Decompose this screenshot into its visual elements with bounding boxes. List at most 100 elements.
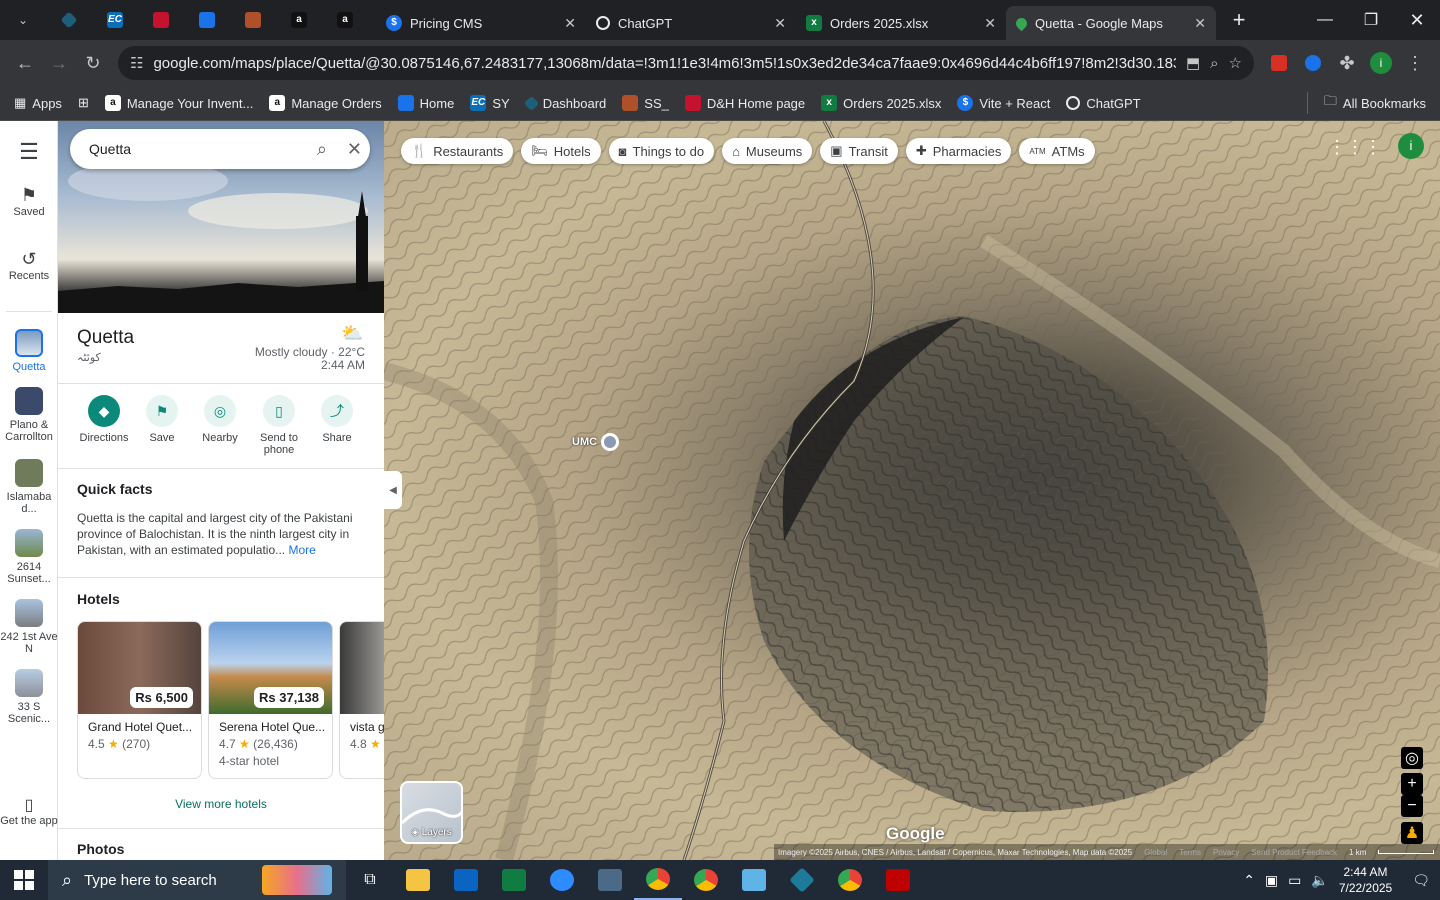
close-icon[interactable]: ✕ <box>1194 15 1206 32</box>
view-more-hotels-link[interactable]: View more hotels <box>58 797 384 811</box>
restore-button[interactable]: ❐ <box>1348 0 1394 40</box>
new-tab-button[interactable]: + <box>1216 0 1262 40</box>
pinned-tab[interactable]: a <box>276 0 322 40</box>
task-view-button[interactable]: ⧉ <box>346 860 394 900</box>
zoom-icon[interactable]: ⌕ <box>1210 55 1218 72</box>
taskbar-outlook[interactable] <box>442 860 490 900</box>
rail-place-quetta[interactable]: Quetta <box>0 329 58 373</box>
taskbar-app[interactable] <box>730 860 778 900</box>
search-input[interactable]: Quetta <box>89 141 317 157</box>
hotel-card[interactable]: vista g 4.8 ★ <box>339 621 384 779</box>
menu-button[interactable]: ☰ <box>0 139 58 165</box>
footer-link[interactable]: Privacy <box>1213 848 1239 857</box>
chevron-up-icon[interactable]: ⌃ <box>1243 872 1255 889</box>
nearby-button[interactable]: ◎ Nearby <box>190 395 250 444</box>
search-icon[interactable]: ⌕ <box>317 139 327 160</box>
pinned-tab[interactable] <box>138 0 184 40</box>
directions-button[interactable]: ◆ Directions <box>74 395 134 444</box>
share-button[interactable]: ⤴ Share <box>307 395 367 444</box>
zoom-in-button[interactable]: + <box>1401 773 1423 795</box>
chip-hotels[interactable]: 🛏 Hotels <box>521 138 601 164</box>
bookmark-item[interactable]: Home <box>397 95 454 111</box>
street-view-pegman[interactable]: ♟ <box>1401 822 1423 844</box>
site-info-icon[interactable]: ☷ <box>130 54 143 72</box>
tab-orders-xlsx[interactable]: x Orders 2025.xlsx ✕ <box>796 6 1006 40</box>
profile-button[interactable]: i <box>1364 46 1398 80</box>
apps-grid-icon[interactable]: ⋮⋮⋮ <box>1328 137 1382 158</box>
avatar[interactable]: i <box>1398 133 1424 159</box>
rail-place[interactable]: Islamaba d... <box>0 459 58 515</box>
taskbar-search[interactable]: ⌕ Type here to search <box>48 860 346 900</box>
pinned-tab[interactable] <box>230 0 276 40</box>
install-app-icon[interactable]: ⬒ <box>1186 54 1200 72</box>
bookmark-item[interactable]: EC SY <box>470 95 510 111</box>
bookmark-item[interactable]: $ Vite + React <box>957 95 1050 111</box>
address-bar[interactable]: ☷ google.com/maps/place/Quetta/@30.08751… <box>118 46 1254 80</box>
bookmark-item[interactable]: a Manage Your Invent... <box>104 95 253 111</box>
close-icon[interactable]: ✕ <box>347 139 362 160</box>
back-button[interactable]: ← <box>8 46 42 80</box>
extension-button[interactable] <box>1262 46 1296 80</box>
menu-button[interactable]: ⋮ <box>1398 46 1432 80</box>
rail-saved[interactable]: ⚑ Saved <box>0 185 58 218</box>
network-icon[interactable]: ▭ <box>1288 872 1301 889</box>
pinned-tab[interactable]: EC <box>92 0 138 40</box>
collapse-panel-button[interactable]: ◀ <box>384 471 402 509</box>
tab-search-button[interactable]: ⌄ <box>0 0 46 40</box>
forward-button[interactable]: → <box>42 46 76 80</box>
taskbar-chrome[interactable] <box>682 860 730 900</box>
taskbar-filezilla[interactable] <box>874 860 922 900</box>
minimize-button[interactable]: — <box>1302 0 1348 40</box>
taskbar-file-explorer[interactable] <box>394 860 442 900</box>
volume-icon[interactable]: 🔈 <box>1311 872 1328 889</box>
close-icon[interactable]: ✕ <box>774 15 786 32</box>
notifications-icon[interactable]: 🗨 <box>1412 872 1430 889</box>
rail-place[interactable]: 33 S Scenic... <box>0 669 58 725</box>
bookmark-item[interactable]: Dashboard <box>523 95 606 111</box>
window-close-button[interactable]: ✕ <box>1394 0 1440 40</box>
close-icon[interactable]: ✕ <box>984 15 996 32</box>
save-button[interactable]: ⚑ Save <box>132 395 192 444</box>
bookmark-apps[interactable]: ▦ Apps <box>14 95 62 111</box>
security-icon[interactable]: ▣ <box>1265 872 1278 889</box>
chip-pharmacies[interactable]: ✚ Pharmacies <box>905 138 1012 164</box>
chip-restaurants[interactable]: 🍴 Restaurants <box>401 138 514 164</box>
rail-place[interactable]: Plano & Carrollton <box>0 387 58 443</box>
footer-link[interactable]: Terms <box>1179 848 1201 857</box>
search-box[interactable]: Quetta ⌕ ✕ <box>70 129 370 169</box>
tab-google-maps[interactable]: Quetta - Google Maps ✕ <box>1006 6 1216 40</box>
hotel-card[interactable]: Rs 6,500 Grand Hotel Quet... 4.5 ★ (270) <box>77 621 202 779</box>
extensions-button[interactable]: ✤ <box>1330 46 1364 80</box>
zoom-out-button[interactable]: − <box>1401 795 1423 817</box>
get-app-button[interactable]: ▯ Get the app <box>0 795 58 827</box>
tab-pricing-cms[interactable]: $ Pricing CMS ✕ <box>376 6 586 40</box>
bookmark-item[interactable]: a Manage Orders <box>269 95 382 111</box>
rail-place[interactable]: 242 1st Ave N <box>0 599 58 655</box>
pinned-tab[interactable] <box>184 0 230 40</box>
chip-things-to-do[interactable]: ◙ Things to do <box>608 138 715 164</box>
tab-chatgpt[interactable]: ChatGPT ✕ <box>586 6 796 40</box>
close-icon[interactable]: ✕ <box>564 15 576 32</box>
footer-link[interactable]: Global <box>1144 848 1167 857</box>
send-to-phone-button[interactable]: ▯ Send to phone <box>248 395 310 456</box>
all-bookmarks[interactable]: 🗀 All Bookmarks <box>1306 92 1426 114</box>
start-button[interactable] <box>0 860 48 900</box>
layers-button[interactable]: ◈ Layers <box>400 781 463 844</box>
satellite-map[interactable]: 🍴 Restaurants 🛏 Hotels ◙ Things to do ⌂ Muse… <box>384 121 1440 860</box>
more-link[interactable]: More <box>288 543 315 557</box>
bookmark-item[interactable]: SS_ <box>622 95 669 111</box>
bookmark-item[interactable]: D&H Home page <box>684 95 805 111</box>
taskbar-chrome[interactable] <box>826 860 874 900</box>
pinned-tab[interactable] <box>46 0 92 40</box>
chip-transit[interactable]: ▣ Transit <box>820 138 898 164</box>
bookmark-item[interactable]: x Orders 2025.xlsx <box>821 95 941 111</box>
rail-place[interactable]: 2614 Sunset... <box>0 529 58 585</box>
taskbar-calculator[interactable] <box>586 860 634 900</box>
footer-link[interactable]: Send Product Feedback <box>1251 848 1337 857</box>
bookmark-tab-groups[interactable]: ⊞ <box>78 95 89 111</box>
clock[interactable]: 2:44 AM 7/22/2025 <box>1339 864 1392 896</box>
chip-atms[interactable]: ATM ATMs <box>1019 138 1095 164</box>
star-icon[interactable]: ☆ <box>1229 54 1242 72</box>
extension-button[interactable] <box>1296 46 1330 80</box>
reload-button[interactable]: ↻ <box>76 46 110 80</box>
